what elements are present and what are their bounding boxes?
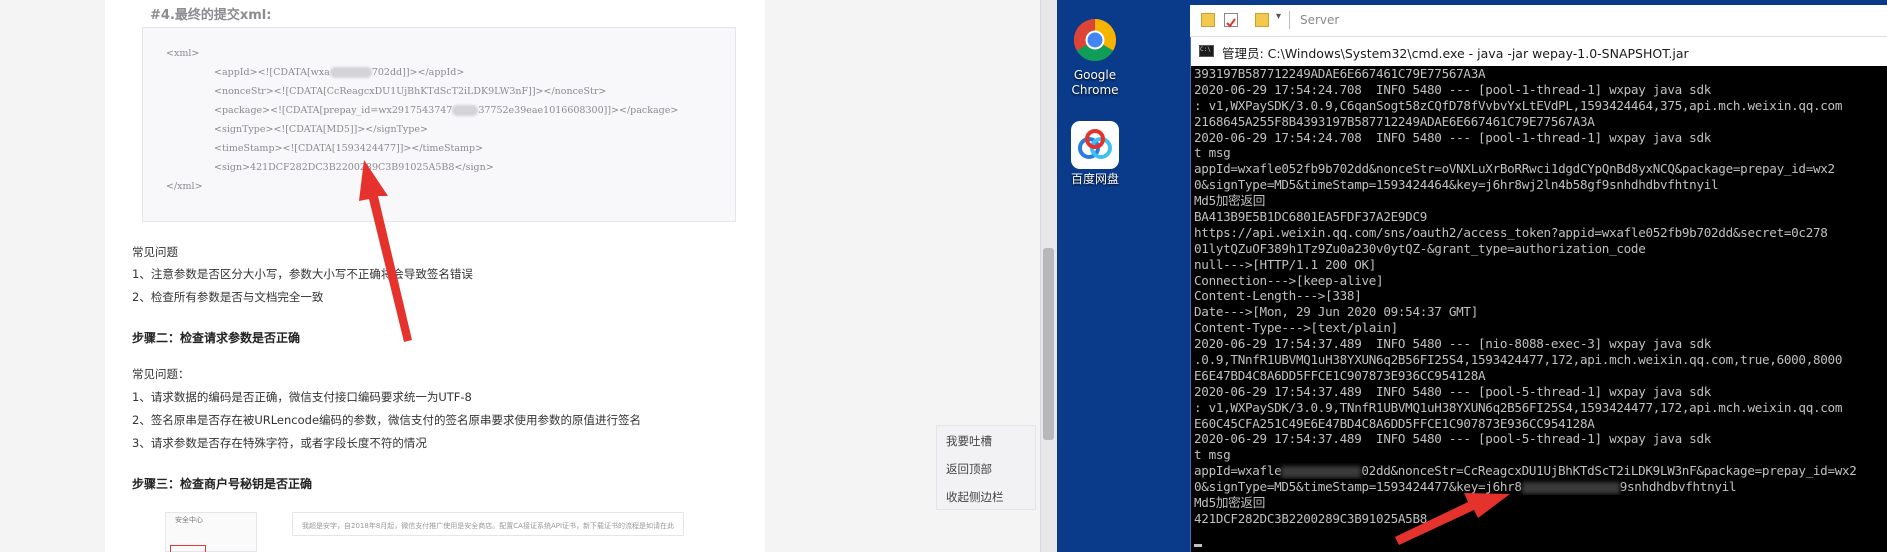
step3-heading: 步骤三：检查商户号秘钥是否正确 [132, 477, 313, 491]
xml-appid-line: <appId><![CDATA[wxa 702dd]]></appId> [214, 67, 465, 78]
step2-heading: 步骤二：检查请求参数是否正确 [132, 331, 301, 345]
cmd-log-line: Content-Length--->[338] [1194, 288, 1362, 304]
cmd-log-lines: 393197B587712249ADAE6E667461C79E77567A3A… [1194, 66, 1887, 463]
new-folder-icon[interactable] [1255, 13, 1269, 27]
cmd-log-line: 0&signType=MD5&timeStamp=1593424464&key=… [1194, 177, 1719, 193]
cmd-window-title: 管理员: C:\Windows\System32\cmd.exe - java … [1222, 46, 1689, 61]
feedback-link[interactable]: 我要吐槽 [946, 433, 992, 449]
baidu-netdisk-label[interactable]: 百度网盘 [1060, 172, 1130, 187]
redaction-blur [329, 67, 372, 78]
cmd-log-line: 2168645A255F8B4393197B587712249ADAE6E667… [1194, 113, 1595, 129]
folder-icon[interactable] [1201, 13, 1215, 27]
cmd-log-line: 01lytQZuOF389h1Tz9Zu0a230v0ytQZ-&grant_t… [1194, 240, 1646, 256]
cmd-log-line: E60C45CFA251C49E6E47BD4C8A6DD5FFCE1C9078… [1194, 415, 1595, 431]
cmd-log-line: : v1,WXPaySDK/3.0.9,C6qanSogt58zCQfD78fV… [1194, 97, 1843, 113]
cmd-log-line: t msg [1194, 447, 1231, 463]
redaction-blur [1521, 481, 1620, 494]
explorer-address: Server [1300, 13, 1340, 27]
cmd-log-line: : v1,WXPaySDK/3.0.9,TNnfR1UBVMQ1uH38YXUN… [1194, 399, 1843, 415]
xml-close: </xml> [166, 181, 203, 192]
page-scrollbar-thumb[interactable] [1043, 248, 1054, 440]
cmd-icon-text: C:\ [1200, 46, 1211, 53]
cmd-log-line: Md5加密返回 [1194, 193, 1266, 209]
cmd-line-redacted-appid: appId=wxafle 02dd&nonceStr=CcReagcxDU1UjB… [1194, 463, 1857, 479]
faq1-item: 1、注意参数是否区分大小写，参数大小写不正确将会导致签名错误 [132, 267, 473, 281]
cmd-log-line: 2020-06-29 17:54:37.489 INFO 5480 --- [p… [1194, 383, 1712, 399]
xml-open: <xml> [166, 48, 200, 59]
faq1-item: 2、检查所有参数是否与文档完全一致 [132, 290, 324, 304]
chrome-icon[interactable] [1068, 15, 1122, 65]
chrome-label[interactable]: Google Chrome [1060, 68, 1130, 98]
cmd-log-line: E6E47BD4C8A6DD5FFCE1C907873E936CC954128A [1194, 367, 1486, 383]
faq2-item: 1、请求数据的编码是否正确，微信支付接口编码要求统一为UTF-8 [132, 390, 472, 404]
cmd-cursor [1194, 544, 1202, 547]
thumbnail-main-text: 我超是安字，自2018年8月起，微信支付推广使用是安全商店。配置CA接证系统AP… [302, 522, 675, 530]
cmd-line-redacted-key: 0&signType=MD5&timeStamp=1593424477&key=… [1194, 479, 1737, 495]
redaction-blur [1281, 465, 1362, 478]
toolbar-divider [1289, 11, 1290, 29]
cmd-log-line: 2020-06-29 17:54:37.489 INFO 5480 --- [p… [1194, 431, 1712, 447]
thumbnail-highlight-box [170, 545, 206, 552]
cmd-log-line: Content-Type--->[text/plain] [1194, 320, 1398, 336]
cmd-log-line: Connection--->[keep-alive] [1194, 272, 1384, 288]
xml-package-line: <package><![CDATA[prepay_id=wx2917543747… [214, 105, 679, 116]
xml-timestamp-line: <timeStamp><![CDATA[1593424477]]></timeS… [214, 143, 484, 154]
collapse-sidebar-link[interactable]: 收起侧边栏 [946, 489, 1004, 505]
redaction-blur [452, 105, 479, 116]
step4-heading: #4.最终的提交xml: [150, 8, 272, 23]
cmd-log-line: BA413B9E5B1DC6801EA5FDF37A2E9DC9 [1194, 209, 1428, 225]
faq2-title: 常见问题： [132, 367, 190, 381]
faq1-title: 常见问题 [132, 245, 178, 259]
xml-signtype-line: <signType><![CDATA[MD5]]></signType> [214, 124, 428, 135]
properties-icon[interactable] [1224, 13, 1238, 28]
cmd-log-line: 2020-06-29 17:54:37.489 INFO 5480 --- [n… [1194, 336, 1712, 352]
xml-noncestr-line: <nonceStr><![CDATA[CcReagcxDU1UjBhKTdScT… [214, 86, 607, 97]
cmd-log-line: t msg [1194, 145, 1231, 161]
cmd-output[interactable]: 393197B587712249ADAE6E667461C79E77567A3A… [1194, 66, 1887, 552]
cmd-log-line: null--->[HTTP/1.1 200 OK] [1194, 256, 1377, 272]
cmd-log-line: 2020-06-29 17:54:24.708 INFO 5480 --- [p… [1194, 129, 1712, 145]
faq2-item: 3、请求参数是否存在特殊字符，或者字段长度不符的情况 [132, 436, 427, 450]
page-left-margin [0, 0, 105, 552]
chevron-down-icon[interactable]: ▾ [1276, 11, 1281, 22]
xml-sign-line: <sign>421DCF282DC3B2200289C3B91025A5B8</… [214, 162, 494, 173]
thumbnail-sidebar-label: 安全中心 [175, 516, 203, 524]
cmd-line-md5-label: Md5加密返回 [1194, 495, 1266, 511]
faq2-item: 2、签名原串是否存在被URLencode编码的参数，微信支付的签名原串要求使用参… [132, 413, 642, 427]
cmd-log-line: 2020-06-29 17:54:24.708 INFO 5480 --- [p… [1194, 81, 1712, 97]
cmd-log-line: appId=wxafle052fb9b702dd&nonceStr=oVNXLu… [1194, 161, 1835, 177]
cmd-log-line: https://api.weixin.qq.com/sns/oauth2/acc… [1194, 224, 1828, 240]
back-to-top-link[interactable]: 返回顶部 [946, 461, 992, 477]
explorer-toolbar [1190, 5, 1887, 37]
cmd-line-sign-result: 421DCF282DC3B2200289C3B91025A5B8 [1194, 510, 1428, 526]
cmd-log-line: Date--->[Mon, 29 Jun 2020 09:54:37 GMT] [1194, 304, 1479, 320]
baidu-netdisk-icon[interactable] [1068, 120, 1122, 170]
cmd-log-line: 393197B587712249ADAE6E667461C79E77567A3A [1194, 66, 1486, 81]
cmd-log-line: .0.9,TNnfR1UBVMQ1uH38YXUN6q2B56FI25S4,15… [1194, 352, 1843, 368]
